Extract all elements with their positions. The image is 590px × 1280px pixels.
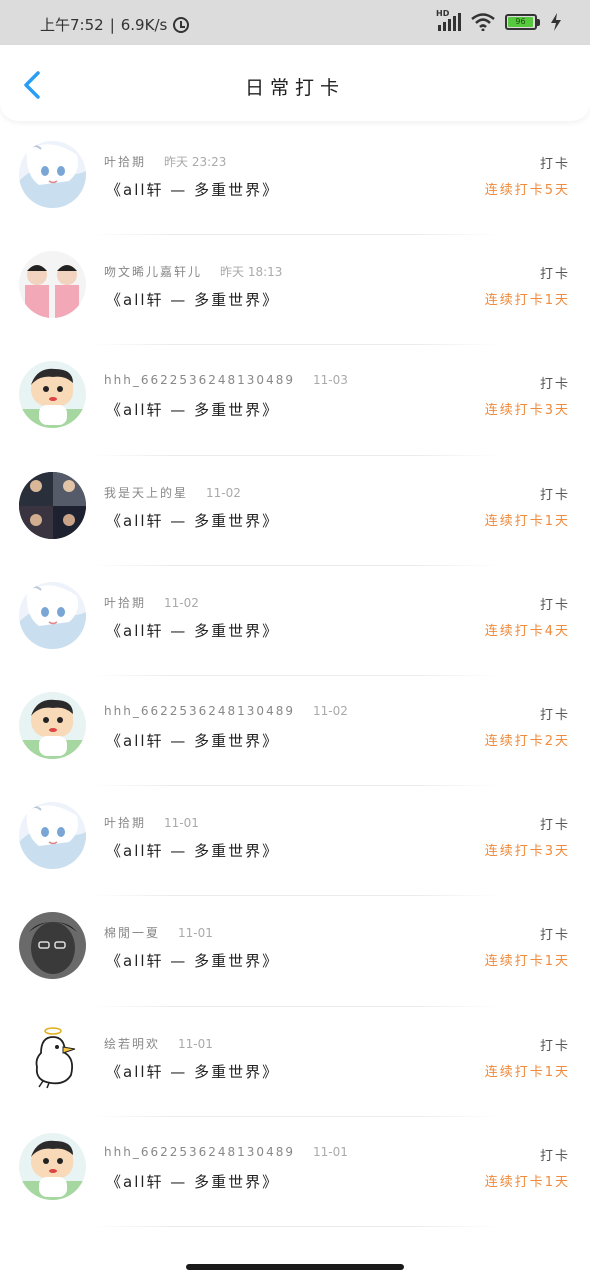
timestamp: 昨天 23:23 bbox=[164, 155, 227, 169]
username[interactable]: 绘若明欢 bbox=[104, 1037, 160, 1051]
avatar[interactable] bbox=[19, 141, 86, 208]
username[interactable]: hhh_6622536248130489 bbox=[104, 704, 295, 718]
status-time: 上午7:52 bbox=[40, 16, 104, 34]
avatar[interactable] bbox=[19, 691, 86, 759]
checkin-content[interactable]: 《all轩 — 多重世界》 bbox=[106, 1061, 279, 1082]
timestamp: 11-01 bbox=[312, 1144, 348, 1159]
home-indicator[interactable] bbox=[186, 1264, 404, 1270]
streak-label: 连续打卡1天 bbox=[484, 1064, 570, 1080]
item-meta: hhh_6622536248130489 11-01 bbox=[104, 1145, 348, 1159]
item-meta: hhh_6622536248130489 11-03 bbox=[104, 373, 348, 387]
username[interactable]: 棉閒一夏 bbox=[104, 926, 160, 940]
list-item[interactable]: 吻文晞儿嘉轩儿 昨天 18:13 《all轩 — 多重世界》 打卡连续打卡1天 bbox=[0, 235, 590, 346]
streak-label: 连续打卡1天 bbox=[484, 1174, 570, 1190]
username[interactable]: 吻文晞儿嘉轩儿 bbox=[104, 265, 202, 279]
checkin-tag: 打卡 bbox=[539, 1038, 570, 1054]
item-meta: 叶拾期 11-01 bbox=[104, 814, 199, 831]
checkin-content[interactable]: 《all轩 — 多重世界》 bbox=[106, 289, 279, 310]
battery-icon: 96 bbox=[505, 14, 540, 30]
battery-level: 96 bbox=[508, 17, 533, 27]
alarm-icon bbox=[173, 16, 190, 33]
item-meta: 吻文晞儿嘉轩儿 昨天 18:13 bbox=[104, 263, 282, 280]
checkin-tag: 打卡 bbox=[539, 818, 570, 834]
avatar[interactable] bbox=[19, 1022, 86, 1090]
username[interactable]: 叶拾期 bbox=[104, 816, 146, 830]
checkin-list: 叶拾期 昨天 23:23 《all轩 — 多重世界》 打卡 连续打卡5天 吻文晞儿嘉轩儿… bbox=[0, 125, 590, 1228]
checkin-tag: 打卡 bbox=[539, 597, 570, 613]
checkin-tag: 打卡 bbox=[539, 157, 570, 172]
signal-icon: HD bbox=[436, 9, 461, 31]
timestamp: 昨天 18:13 bbox=[220, 265, 283, 280]
hd-label: HD bbox=[436, 9, 450, 18]
avatar[interactable] bbox=[19, 471, 86, 539]
item-meta: 棉閒一夏 11-01 bbox=[104, 924, 213, 941]
checkin-content[interactable]: 《all轩 — 多重世界》 bbox=[106, 730, 279, 751]
list-item[interactable]: 叶拾期 昨天 23:23 《all轩 — 多重世界》 打卡连续打卡5天 bbox=[0, 125, 590, 236]
network-speed: 6.9K/s bbox=[120, 15, 168, 34]
status-divider: | bbox=[109, 15, 115, 34]
list-item[interactable]: hhh_6622536248130489 11-02 《all轩 — 多重世界》 打卡… bbox=[0, 676, 590, 787]
item-meta: hhh_6622536248130489 11-02 bbox=[104, 704, 348, 718]
checkin-tag: 打卡 bbox=[539, 487, 570, 503]
streak-label: 连续打卡1天 bbox=[484, 293, 570, 309]
nav-bar: 日常打卡 bbox=[0, 45, 590, 121]
username[interactable]: hhh_6622536248130489 bbox=[104, 1145, 295, 1159]
avatar[interactable] bbox=[19, 802, 86, 870]
streak-label: 连续打卡3天 bbox=[484, 403, 570, 419]
timestamp: 11-02 bbox=[206, 485, 241, 500]
list-item[interactable]: 棉閒一夏 11-01 《all轩 — 多重世界》 打卡连续打卡1天 bbox=[0, 896, 590, 1007]
streak-label: 连续打卡4天 bbox=[484, 623, 570, 639]
timestamp: 11-02 bbox=[164, 595, 199, 610]
list-item[interactable]: 我是天上的星 11-02 《all轩 — 多重世界》 打卡连续打卡1天 bbox=[0, 456, 590, 566]
item-meta: 叶拾期 昨天 23:23 bbox=[104, 153, 226, 170]
checkin-tag: 打卡 bbox=[539, 377, 570, 393]
checkin-content[interactable]: 《all轩 — 多重世界》 bbox=[106, 179, 279, 200]
checkin-content[interactable]: 《all轩 — 多重世界》 bbox=[106, 1171, 279, 1192]
avatar[interactable] bbox=[19, 581, 86, 649]
status-bar: 上午7:52 | 6.9K/s HD 96 bbox=[0, 0, 590, 45]
checkin-content[interactable]: 《all轩 — 多重世界》 bbox=[106, 840, 279, 861]
timestamp: 11-01 bbox=[178, 1036, 213, 1051]
avatar[interactable] bbox=[19, 912, 86, 980]
checkin-tag: 打卡 bbox=[539, 707, 570, 723]
list-item[interactable]: 绘若明欢 11-01 《all轩 — 多重世界》 打卡连续打卡1天 bbox=[0, 1007, 590, 1117]
item-meta: 叶拾期 11-02 bbox=[104, 594, 199, 611]
checkin-tag: 打卡 bbox=[539, 1148, 570, 1164]
username[interactable]: 叶拾期 bbox=[104, 596, 146, 610]
timestamp: 11-03 bbox=[312, 373, 348, 388]
timestamp: 11-01 bbox=[178, 926, 213, 941]
charging-icon bbox=[551, 13, 561, 31]
item-meta: 绘若明欢 11-01 bbox=[104, 1035, 213, 1052]
checkin-content[interactable]: 《all轩 — 多重世界》 bbox=[106, 399, 279, 420]
avatar[interactable] bbox=[19, 361, 86, 429]
item-meta: 我是天上的星 11-02 bbox=[104, 484, 241, 501]
streak-label: 连续打卡1天 bbox=[484, 954, 570, 970]
streak-label: 连续打卡1天 bbox=[484, 513, 570, 529]
avatar[interactable] bbox=[19, 251, 86, 319]
checkin-content[interactable]: 《all轩 — 多重世界》 bbox=[106, 620, 279, 641]
streak-label: 连续打卡2天 bbox=[484, 733, 570, 749]
list-item[interactable]: 叶拾期 11-02 《all轩 — 多重世界》 打卡连续打卡4天 bbox=[0, 566, 590, 677]
status-left: 上午7:52 | 6.9K/s bbox=[40, 14, 190, 35]
streak-label: 连续打卡5天 bbox=[484, 183, 570, 198]
streak-label: 连续打卡3天 bbox=[484, 844, 570, 860]
checkin-content[interactable]: 《all轩 — 多重世界》 bbox=[106, 510, 279, 531]
username[interactable]: 叶拾期 bbox=[104, 155, 146, 169]
status-right: HD 96 bbox=[436, 9, 562, 31]
list-item[interactable]: hhh_6622536248130489 11-01 《all轩 — 多重世界》 打卡… bbox=[0, 1117, 590, 1228]
wifi-icon bbox=[471, 13, 495, 31]
timestamp: 11-01 bbox=[164, 816, 199, 831]
checkin-tag: 打卡 bbox=[539, 928, 570, 944]
page-title: 日常打卡 bbox=[244, 77, 345, 99]
list-item[interactable]: hhh_6622536248130489 11-03 《all轩 — 多重世界》 打卡… bbox=[0, 345, 590, 456]
list-item[interactable]: 叶拾期 11-01 《all轩 — 多重世界》 打卡连续打卡3天 bbox=[0, 786, 590, 897]
timestamp: 11-02 bbox=[312, 703, 348, 718]
avatar[interactable] bbox=[19, 1132, 86, 1200]
username[interactable]: 我是天上的星 bbox=[104, 486, 188, 500]
username[interactable]: hhh_6622536248130489 bbox=[104, 373, 295, 387]
checkin-content[interactable]: 《all轩 — 多重世界》 bbox=[106, 950, 279, 971]
checkin-tag: 打卡 bbox=[539, 267, 570, 283]
